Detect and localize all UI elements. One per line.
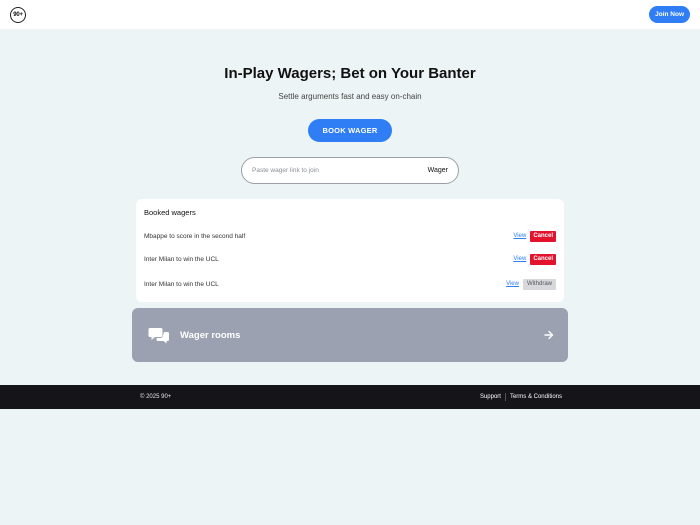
page-title: In-Play Wagers; Bet on Your Banter bbox=[224, 65, 476, 82]
wager-join-button[interactable]: Wager bbox=[428, 167, 448, 174]
top-header: 90+ Join Now bbox=[0, 0, 700, 29]
page-subtitle: Settle arguments fast and easy on-chain bbox=[278, 92, 422, 101]
cancel-button[interactable]: Cancel bbox=[530, 230, 556, 242]
view-link[interactable]: View bbox=[506, 281, 519, 287]
wager-actions: View Cancel bbox=[513, 253, 556, 265]
terms-link[interactable]: Terms & Conditions bbox=[510, 394, 562, 400]
wager-description: Mbappe to score in the second half bbox=[144, 232, 246, 240]
arrow-right-icon[interactable] bbox=[544, 330, 554, 340]
wager-rooms-left: Wager rooms bbox=[148, 326, 240, 344]
cancel-button[interactable]: Cancel bbox=[530, 253, 556, 265]
wager-actions: View Cancel bbox=[513, 230, 556, 242]
wager-actions: View Withdraw bbox=[506, 278, 556, 290]
wager-description: Inter Milan to win the UCL bbox=[144, 280, 219, 288]
footer-links: Support Terms & Conditions bbox=[480, 393, 562, 401]
list-item: Mbappe to score in the second half View … bbox=[144, 229, 556, 243]
wager-link-input[interactable] bbox=[252, 167, 428, 174]
page-footer: © 2025 90+ Support Terms & Conditions bbox=[0, 385, 700, 409]
list-item: Inter Milan to win the UCL View Cancel bbox=[144, 252, 556, 266]
withdraw-button[interactable]: Withdraw bbox=[522, 278, 556, 290]
wager-rooms-label: Wager rooms bbox=[180, 329, 241, 341]
list-item: Inter Milan to win the UCL View Withdraw bbox=[144, 277, 556, 291]
brand-logo[interactable]: 90+ bbox=[10, 6, 26, 23]
join-now-button[interactable]: Join Now bbox=[649, 6, 690, 23]
wager-link-form: Wager bbox=[241, 157, 459, 184]
booked-wagers-title: Booked wagers bbox=[144, 208, 196, 217]
book-wager-button[interactable]: BOOK WAGER bbox=[308, 119, 392, 142]
chat-bubbles-icon bbox=[148, 326, 170, 344]
wager-rooms-card[interactable]: Wager rooms bbox=[132, 308, 568, 362]
booked-wagers-card: Booked wagers Mbappe to score in the sec… bbox=[136, 199, 564, 302]
footer-divider bbox=[504, 393, 506, 401]
wager-description: Inter Milan to win the UCL bbox=[144, 255, 219, 263]
view-link[interactable]: View bbox=[513, 256, 526, 262]
support-link[interactable]: Support bbox=[480, 394, 501, 400]
copyright-text: © 2025 90+ bbox=[140, 394, 172, 400]
view-link[interactable]: View bbox=[513, 233, 526, 239]
